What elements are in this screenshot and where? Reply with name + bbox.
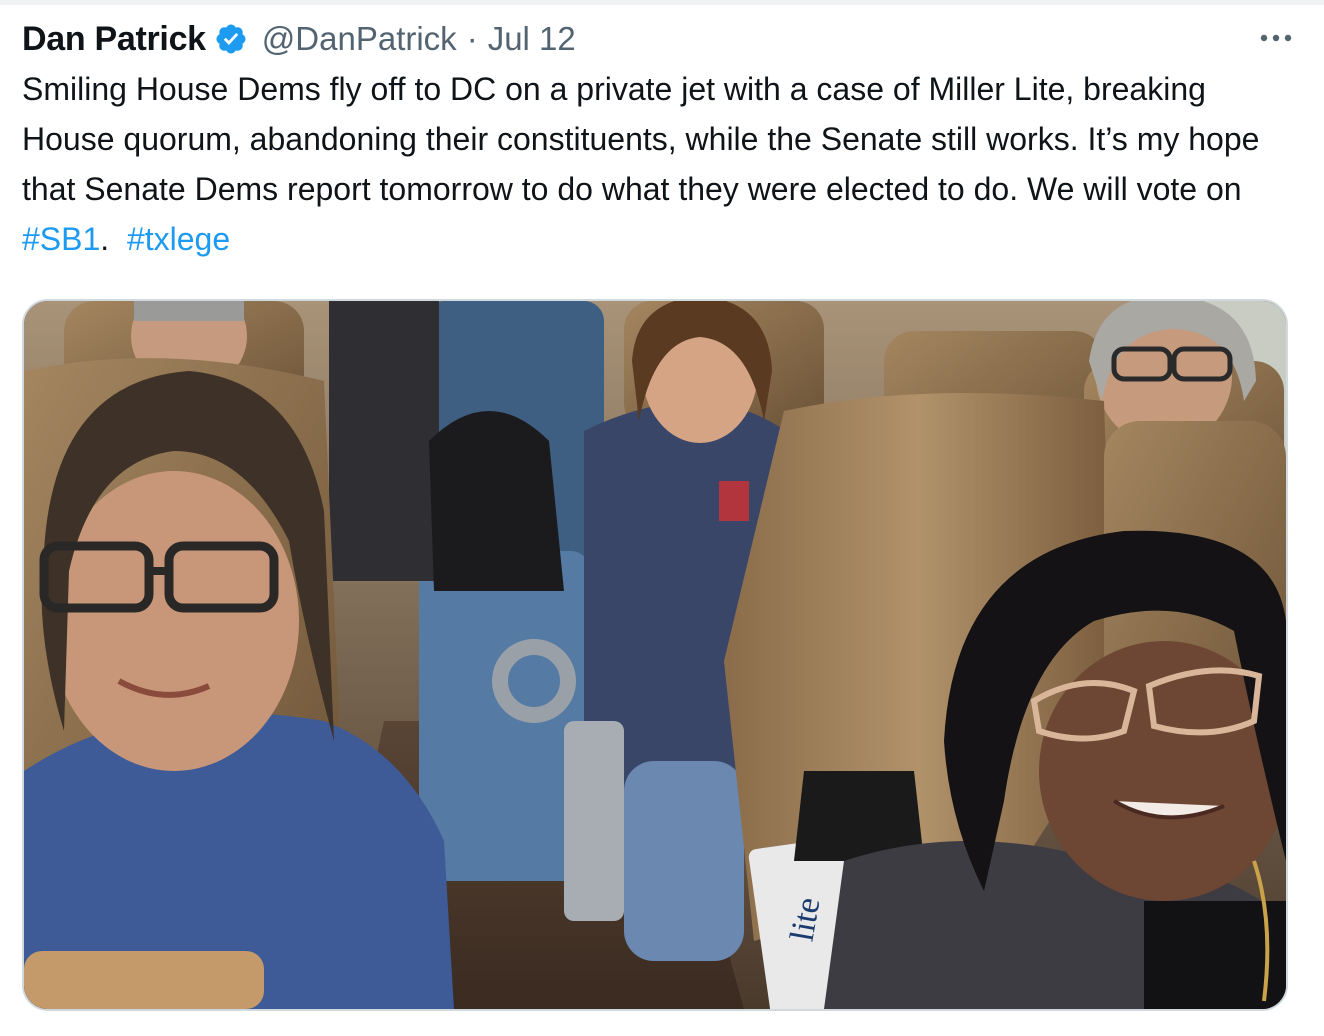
author-display-name[interactable]: Dan Patrick <box>22 20 206 59</box>
tweet-photo[interactable]: lite <box>22 299 1288 1011</box>
tweet-text: Smiling House Dems fly off to DC on a pr… <box>22 64 1292 264</box>
tweet-text-main: Smiling House Dems fly off to DC on a pr… <box>22 71 1260 207</box>
hashtag-link[interactable]: #SB1 <box>22 221 100 257</box>
beer-box-label: lite <box>784 895 828 944</box>
photo-illustration: lite <box>24 301 1286 1009</box>
tweet-text-between: . <box>100 221 127 257</box>
tweet-header: Dan Patrick @DanPatrick · Jul 12 <box>22 14 1302 64</box>
top-divider <box>0 0 1324 5</box>
hashtag-link[interactable]: #txlege <box>127 221 230 257</box>
tweet[interactable]: Dan Patrick @DanPatrick · Jul 12 Smiling… <box>22 14 1302 264</box>
tweet-date[interactable]: Jul 12 <box>488 20 576 58</box>
more-options-button[interactable] <box>1254 20 1298 56</box>
more-horizontal-icon <box>1260 34 1292 42</box>
separator-dot: · <box>466 20 478 57</box>
author-handle[interactable]: @DanPatrick <box>262 20 457 58</box>
verified-badge-icon <box>214 22 248 56</box>
